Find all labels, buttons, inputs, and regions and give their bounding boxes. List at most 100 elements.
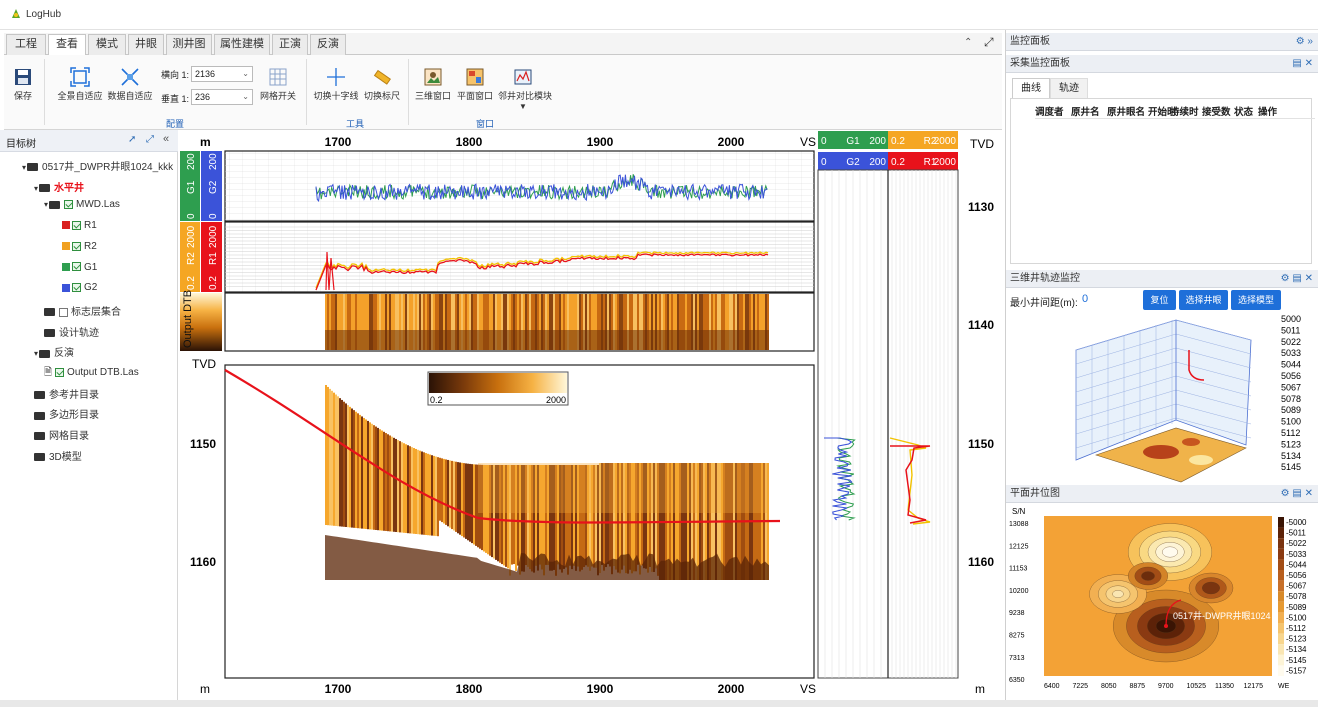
folder-icon xyxy=(34,411,45,420)
tree-item-label: G2 xyxy=(84,282,98,294)
inversion-strip xyxy=(353,410,355,528)
checkbox[interactable] xyxy=(72,262,81,272)
inversion-strip xyxy=(451,460,453,530)
horizontal-scale-select[interactable]: 2136 ⌄ xyxy=(191,66,253,82)
pick-model-button[interactable]: 选择模型 xyxy=(1231,290,1281,310)
tab-wellbore[interactable]: 井眼 xyxy=(128,34,164,55)
subtab-trajectory[interactable]: 轨迹 xyxy=(1050,78,1088,98)
crosshair-button[interactable]: 切换十字线 xyxy=(313,67,359,102)
tab-forward[interactable]: 正演 xyxy=(272,34,308,55)
tab-property-model[interactable]: 属性建模 xyxy=(214,34,270,55)
checkbox[interactable] xyxy=(55,367,65,377)
panel-controls-icon[interactable]: ▤ ✕ xyxy=(1292,55,1313,73)
tree-item[interactable]: 3D模型 xyxy=(34,448,82,463)
checkbox[interactable] xyxy=(72,220,81,230)
expand-arrow-icon[interactable]: ▾ xyxy=(34,184,38,193)
tab-project[interactable]: 工程 xyxy=(6,34,46,55)
view2d-icon xyxy=(466,68,484,86)
view2d-button[interactable]: 平面窗口 xyxy=(456,67,494,102)
gr-track-grid xyxy=(225,151,814,221)
gear-icon[interactable]: ⚙ » xyxy=(1296,33,1313,51)
tree-item[interactable]: ▾ 0517井_DWPR井眼1024_kkk xyxy=(22,158,173,173)
section-canvas[interactable]: m VS1700 1800 1900 2000m VS1700 1800 1900 20000G… xyxy=(178,130,1004,700)
expand-arrow-icon[interactable]: ▾ xyxy=(22,163,26,172)
tab-view[interactable]: 查看 xyxy=(48,34,86,56)
plan-well-label: 0517井-DWPR井眼1024 xyxy=(1173,610,1271,621)
acq-column-header[interactable]: 接受数 xyxy=(1202,104,1231,118)
plan-legend-label: -5033 xyxy=(1286,550,1307,559)
tab-mode[interactable]: 模式 xyxy=(88,34,126,55)
plan-legend-label: -5112 xyxy=(1286,624,1306,633)
grid-toggle-button[interactable]: 网格开关 xyxy=(258,67,298,102)
pin-icon[interactable]: ➚ xyxy=(128,134,136,145)
vertical-scale-select[interactable]: 236 ⌄ xyxy=(191,89,253,105)
acq-column-header[interactable]: 持续时 xyxy=(1170,104,1199,118)
expand-arrow-icon[interactable]: ▾ xyxy=(44,200,48,209)
grid-toggle-label: 网格开关 xyxy=(259,91,296,101)
tree-item[interactable]: R2 xyxy=(62,241,97,252)
acq-column-header[interactable]: 原井眼名 xyxy=(1107,104,1145,118)
tab-inversion[interactable]: 反演 xyxy=(310,34,346,55)
tree-item[interactable]: R1 xyxy=(62,220,97,231)
status-bar xyxy=(0,700,1318,707)
view3d-button[interactable]: 三维窗口 xyxy=(414,67,452,102)
plan-y-label: S/N xyxy=(1012,507,1026,516)
tree-item[interactable]: 设计轨迹 xyxy=(44,324,99,339)
min-distance-label: 最小井间距(m): xyxy=(1010,298,1078,309)
tvd-tick: 1140 xyxy=(968,318,994,332)
tree-item[interactable]: ▾ MWD.Las xyxy=(44,199,120,210)
log-header-text: 0 xyxy=(821,136,827,147)
inversion-strip xyxy=(343,401,345,527)
save-button[interactable]: 保存 xyxy=(10,67,36,102)
x-unit-top: m xyxy=(200,135,211,149)
fullscreen-icon[interactable]: ⤢ xyxy=(984,35,994,50)
collapse-ribbon-icon[interactable]: ⌃ xyxy=(964,37,972,48)
traj-3d-view[interactable]: 50005011 50225033 504450565067 50785089 5100… xyxy=(1006,310,1318,512)
acq-table-header: 调度者 原井名 原井眼名 开始时 持续时 接受数 状态 操作 xyxy=(1035,103,1315,119)
expand-arrow-icon[interactable]: ▾ xyxy=(34,349,38,358)
tree-item[interactable]: 参考井目录 xyxy=(34,386,99,401)
folder-open-icon xyxy=(49,200,61,209)
subtab-curve[interactable]: 曲线 xyxy=(1012,78,1050,98)
tree-item[interactable]: G1 xyxy=(62,262,97,273)
acq-column-header[interactable]: 状态 xyxy=(1234,104,1253,118)
plan-map[interactable]: S/N 0517井-DWPR井眼1024 13088 12125 11153 10200 9… xyxy=(1006,504,1318,700)
tree-item[interactable]: 🗎 Output DTB.Las xyxy=(44,365,139,382)
g1-min-label: 0 xyxy=(186,213,197,219)
tree-item[interactable]: 网格目录 xyxy=(34,427,89,442)
checkbox[interactable] xyxy=(59,307,68,317)
collapse-panel-icon[interactable]: « xyxy=(163,133,169,145)
plan-legend-label: -5089 xyxy=(1286,603,1307,612)
plan-legend-swatch xyxy=(1278,654,1284,666)
tree-item[interactable]: 标志层集合 xyxy=(44,303,121,318)
tree-item[interactable]: ▾ 水平井 xyxy=(34,179,84,194)
r1-label: R1 xyxy=(208,252,219,265)
inversion-strip xyxy=(399,441,401,533)
expand-icon[interactable]: ⤢ xyxy=(146,134,154,145)
pick-well-button[interactable]: 选择井眼 xyxy=(1179,290,1228,310)
tree-item[interactable]: 多边形目录 xyxy=(34,406,99,421)
panel-controls-icon[interactable]: ⚙ ▤ ✕ xyxy=(1281,270,1313,288)
inversion-strip xyxy=(457,462,459,534)
acq-column-header[interactable]: 操作 xyxy=(1258,104,1277,118)
surface-low xyxy=(1182,438,1200,446)
inversion-strip xyxy=(365,419,367,529)
checkbox[interactable] xyxy=(72,241,81,251)
panel-controls-icon[interactable]: ⚙ ▤ ✕ xyxy=(1281,485,1313,503)
tree-item[interactable]: G2 xyxy=(62,282,97,293)
reset-button[interactable]: 复位 xyxy=(1143,290,1176,310)
tab-log-plot[interactable]: 测井图 xyxy=(166,34,212,55)
acq-column-header[interactable]: 调度者 xyxy=(1035,104,1064,118)
depth-scale-label: 5056 xyxy=(1281,371,1301,381)
depth-scale-label: 5078 xyxy=(1281,394,1301,404)
tree-item[interactable]: ▾ 反演 xyxy=(34,344,74,359)
ruler-button[interactable]: 切换标尺 xyxy=(362,67,402,102)
compare-button[interactable]: 邻井对比模块 ▼ xyxy=(498,67,552,111)
acq-column-header[interactable]: 原井名 xyxy=(1071,104,1100,118)
inversion-strip xyxy=(467,463,469,541)
fit-data-button[interactable]: 数据自适应 xyxy=(106,67,154,102)
fit-all-button[interactable]: 全景自适应 xyxy=(56,67,104,102)
checkbox[interactable] xyxy=(64,200,74,210)
colorbar-max: 2000 xyxy=(546,395,566,405)
checkbox[interactable] xyxy=(72,283,81,293)
